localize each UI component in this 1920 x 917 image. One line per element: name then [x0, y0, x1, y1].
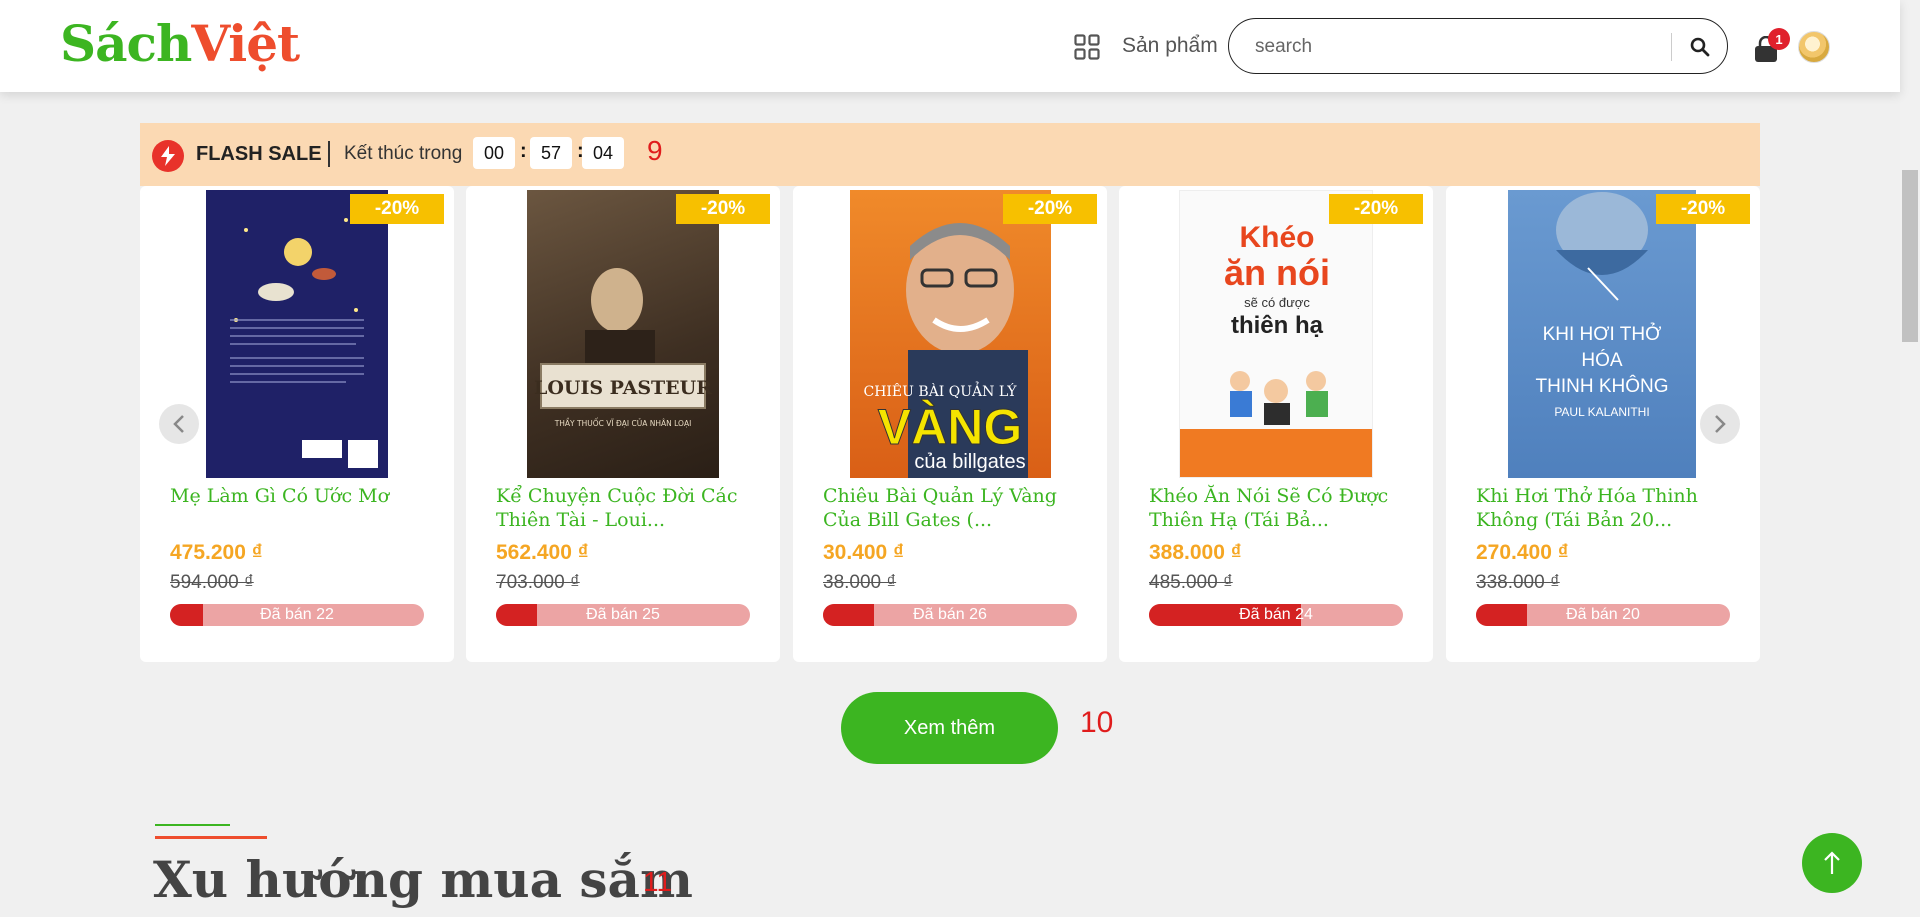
- sold-progress-bar: Đã bán 25: [496, 604, 750, 626]
- product-old-price: 703.000 ₫: [496, 572, 580, 593]
- grid-icon[interactable]: [1074, 34, 1100, 60]
- scrollbar-thumb[interactable]: [1902, 170, 1918, 342]
- cover-subtitle-text: PAUL KALANITHI: [1554, 405, 1649, 419]
- lightning-icon: [152, 140, 184, 172]
- product-title[interactable]: Chiêu Bài Quản Lý Vàng Của Bill Gates (.…: [823, 484, 1093, 532]
- product-old-price: 338.000 ₫: [1476, 572, 1560, 593]
- sold-progress-bar: Đã bán 20: [1476, 604, 1730, 626]
- search-divider: [1671, 33, 1672, 61]
- book-cover-image[interactable]: Khéo ăn nói sẽ có được thiên hạ: [1179, 190, 1373, 478]
- svg-text:HÓA: HÓA: [1581, 349, 1623, 371]
- sold-progress-bar: Đã bán 22: [170, 604, 424, 626]
- flash-sale-bar: FLASH SALE Kết thúc trong 00 : 57 : 04 9: [140, 123, 1760, 186]
- products-menu-link[interactable]: Sản phẩm: [1122, 34, 1218, 58]
- timer-separator: :: [520, 140, 527, 162]
- sold-count-label: Đã bán 24: [1239, 606, 1313, 623]
- discount-badge: -20%: [1329, 194, 1423, 224]
- discount-badge: -20%: [676, 194, 770, 224]
- flash-sale-title: FLASH SALE: [196, 143, 322, 165]
- book-cover-image[interactable]: KHI HƠI THỞ HÓA THINH KHÔNG PAUL KALANIT…: [1508, 190, 1696, 478]
- svg-text:THINH KHÔNG: THINH KHÔNG: [1536, 375, 1669, 397]
- svg-text:ăn nói: ăn nói: [1224, 252, 1330, 293]
- svg-text:thiên hạ: thiên hạ: [1231, 312, 1324, 339]
- discount-badge: -20%: [1656, 194, 1750, 224]
- sold-count-label: Đã bán 22: [260, 606, 334, 623]
- logo[interactable]: SáchViệt: [60, 14, 300, 73]
- product-old-price: 38.000 ₫: [823, 572, 897, 593]
- chevron-right-icon: [1715, 415, 1726, 433]
- search-icon: [1690, 37, 1710, 57]
- sold-count-label: Đã bán 20: [1566, 606, 1640, 623]
- product-title[interactable]: Khéo Ăn Nói Sẽ Có Được Thiên Hạ (Tái Bả.…: [1149, 484, 1419, 532]
- scrollbar-track[interactable]: [1900, 0, 1920, 917]
- cover-subtitle-text: sẽ có được: [1244, 295, 1310, 310]
- sold-count-label: Đã bán 26: [913, 606, 987, 623]
- cart-count-badge: 1: [1768, 28, 1790, 50]
- product-price: 388.000 ₫: [1149, 541, 1242, 564]
- product-price: 30.400 ₫: [823, 541, 904, 564]
- divider: [328, 141, 330, 167]
- chevron-left-icon: [173, 415, 184, 433]
- product-old-price: 485.000 ₫: [1149, 572, 1233, 593]
- timer-hours: 00: [473, 137, 515, 169]
- discount-badge: -20%: [350, 194, 444, 224]
- product-card[interactable]: LOUIS PASTEUR THẦY THUỐC VĨ ĐẠI CỦA NHÂN…: [466, 186, 780, 662]
- section-heading: Xu hướng mua sắm: [153, 850, 693, 909]
- search-button[interactable]: [1685, 33, 1715, 61]
- annotation-marker: 10: [1080, 706, 1114, 739]
- see-more-button[interactable]: Xem thêm: [841, 692, 1058, 764]
- book-cover-image[interactable]: LOUIS PASTEUR THẦY THUỐC VĨ ĐẠI CỦA NHÂN…: [527, 190, 719, 478]
- header: SáchViệt Sản phẩm 1: [0, 0, 1900, 92]
- cover-title-text: LOUIS PASTEUR: [534, 377, 712, 399]
- product-price: 270.400 ₫: [1476, 541, 1569, 564]
- product-old-price: 594.000 ₫: [170, 572, 254, 593]
- heading-decor-line-green: [155, 824, 230, 826]
- heading-decor-line-orange: [155, 836, 267, 839]
- cover-big-text: VÀNG: [878, 399, 1022, 455]
- search-input[interactable]: [1255, 33, 1635, 61]
- annotation-marker: 11: [643, 866, 673, 897]
- product-card[interactable]: CHIÊU BÀI QUẢN LÝ VÀNG của billgates -20…: [793, 186, 1107, 662]
- timer-minutes: 57: [530, 137, 572, 169]
- cover-subtitle-text: THẦY THUỐC VĨ ĐẠI CỦA NHÂN LOẠI: [554, 418, 692, 428]
- timer-seconds: 04: [582, 137, 624, 169]
- product-title[interactable]: Khi Hơi Thở Hóa Thinh Không (Tái Bản 20.…: [1476, 484, 1746, 532]
- cover-title-text: Khéo: [1240, 221, 1315, 254]
- carousel-prev-button[interactable]: [159, 404, 199, 444]
- annotation-marker: 9: [647, 135, 663, 166]
- cover-title-text: KHI HƠI THỞ: [1543, 323, 1662, 345]
- product-price: 562.400 ₫: [496, 541, 589, 564]
- book-cover-image[interactable]: CHIÊU BÀI QUẢN LÝ VÀNG của billgates: [850, 190, 1051, 478]
- book-cover-image[interactable]: [206, 190, 388, 478]
- carousel-next-button[interactable]: [1700, 404, 1740, 444]
- product-title[interactable]: Mẹ Làm Gì Có Ước Mơ: [170, 484, 440, 508]
- sold-count-label: Đã bán 25: [586, 606, 660, 623]
- product-title[interactable]: Kể Chuyện Cuộc Đời Các Thiên Tài - Loui.…: [496, 484, 766, 532]
- arrow-up-icon: [1824, 851, 1840, 874]
- discount-badge: -20%: [1003, 194, 1097, 224]
- sold-progress-bar: Đã bán 24: [1149, 604, 1403, 626]
- cover-subtitle-text: của billgates: [914, 451, 1025, 473]
- sold-progress-bar: Đã bán 26: [823, 604, 1077, 626]
- ends-in-label: Kết thúc trong: [344, 143, 463, 164]
- product-card[interactable]: Khéo ăn nói sẽ có được thiên hạ -20% Khé…: [1119, 186, 1433, 662]
- back-to-top-button[interactable]: [1802, 833, 1862, 893]
- product-price: 475.200 ₫: [170, 541, 263, 564]
- avatar[interactable]: [1798, 31, 1830, 63]
- search-box: [1228, 18, 1728, 74]
